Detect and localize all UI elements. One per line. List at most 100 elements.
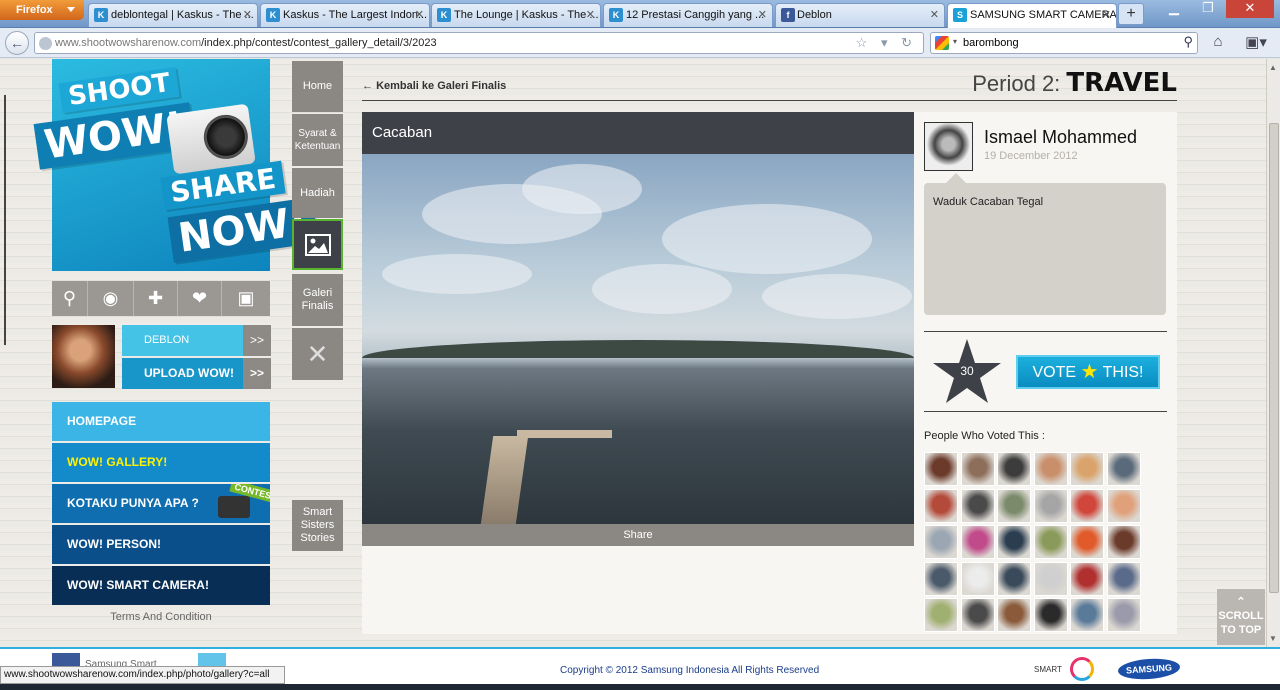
maximize-icon[interactable]: ❐ — [1194, 0, 1222, 18]
tab-kaskus[interactable]: K Kaskus - The Largest Indon... ✕ — [260, 3, 430, 27]
voter-avatar[interactable] — [997, 598, 1031, 632]
voter-avatar[interactable] — [997, 525, 1031, 559]
voter-avatar[interactable] — [1106, 488, 1141, 523]
chat-icon[interactable]: ▣ — [222, 281, 270, 316]
url-bar[interactable]: www.shootwowsharenow.com/index.php/conte… — [34, 32, 924, 54]
eye-icon[interactable]: ◉ — [88, 281, 134, 316]
search-box[interactable]: ▾ barombong ⚲ — [930, 32, 1198, 54]
scrollbar-thumb[interactable] — [1269, 123, 1279, 593]
voter-avatar[interactable] — [997, 452, 1031, 486]
voter-avatar[interactable] — [1070, 561, 1104, 596]
voter-avatar[interactable] — [1033, 561, 1068, 596]
voter-avatar[interactable] — [924, 488, 958, 523]
menu-kotaku-punya-apa[interactable]: KOTAKU PUNYA APA ? CONTEST — [52, 484, 270, 523]
nav-home[interactable]: Home — [292, 61, 343, 112]
voter-avatar[interactable] — [924, 561, 958, 596]
camera-icon — [218, 496, 250, 518]
voter-avatar[interactable] — [1070, 525, 1104, 559]
voter-avatar[interactable] — [924, 452, 958, 486]
voter-avatar[interactable] — [1070, 488, 1104, 523]
scroll-to-top-button[interactable]: ⌃ SCROLL TO TOP — [1217, 589, 1265, 645]
firefox-menu-button[interactable]: Firefox — [0, 0, 84, 20]
tab-lounge[interactable]: K The Lounge | Kaskus - The ... ✕ — [431, 3, 601, 27]
tab-samsung-smart-camera[interactable]: S SAMSUNG SMART CAMERA... ✕ — [947, 3, 1117, 28]
new-tab-button[interactable]: + — [1118, 3, 1144, 25]
search-icon[interactable]: ⚲ — [52, 281, 88, 316]
contest-badge: CONTEST — [200, 484, 270, 523]
voter-avatar[interactable] — [1070, 598, 1104, 632]
close-tab-icon[interactable]: ✕ — [1102, 4, 1111, 26]
camera-icon — [166, 103, 256, 175]
minimize-icon[interactable]: ▁ — [1160, 0, 1188, 18]
tab-prestasi[interactable]: K 12 Prestasi Canggih yang ... ✕ — [603, 3, 773, 27]
voter-avatar[interactable] — [1106, 561, 1141, 596]
user-avatar[interactable] — [52, 325, 115, 388]
back-button[interactable]: ← — [5, 31, 29, 55]
voter-avatar[interactable] — [960, 488, 995, 523]
scroll-down-icon[interactable]: ▼ — [1269, 634, 1277, 643]
status-bar-url: www.shootwowsharenow.com/index.php/photo… — [0, 666, 285, 684]
samsung-icon: S — [953, 8, 967, 22]
chevron-up-icon: ⌃ — [1236, 596, 1246, 608]
menu-homepage[interactable]: HOMEPAGE — [52, 402, 270, 441]
nav-hadiah[interactable]: Hadiah — [292, 168, 343, 218]
icon-toolbar: ⚲ ◉ ✚ ❤ ▣ — [52, 281, 270, 316]
close-tab-icon[interactable]: ✕ — [930, 4, 939, 26]
terms-link[interactable]: Terms And Condition — [52, 611, 270, 623]
voter-avatar[interactable] — [1033, 488, 1068, 523]
nav-galeri-finalis[interactable]: Galeri Finalis — [292, 274, 343, 326]
add-friend-icon[interactable]: ✚ — [134, 281, 178, 316]
menu-wow-gallery[interactable]: WOW! GALLERY! — [52, 443, 270, 482]
close-tab-icon[interactable]: ✕ — [243, 4, 252, 26]
voter-avatar[interactable] — [1070, 452, 1104, 486]
tab-deblon[interactable]: f Deblon ✕ — [775, 3, 945, 27]
voter-avatar[interactable] — [1106, 598, 1141, 632]
voter-avatar[interactable] — [1033, 525, 1068, 559]
tab-deblontegal[interactable]: Kdeblontegal | Kaskus - The ... ✕ — [88, 3, 258, 27]
kaskus-icon: K — [266, 8, 280, 22]
bookmarks-icon[interactable]: ▣▾ — [1242, 33, 1270, 53]
upload-wow-button[interactable]: UPLOAD WOW! >> — [122, 358, 271, 389]
voter-avatar[interactable] — [960, 598, 995, 632]
voter-avatar[interactable] — [924, 598, 958, 632]
kaskus-icon: K — [609, 8, 623, 22]
voter-avatar[interactable] — [960, 561, 995, 596]
samsung-logo[interactable]: SAMSUNG — [1117, 656, 1181, 682]
voter-avatar[interactable] — [997, 561, 1031, 596]
voter-avatar-grid — [924, 452, 1144, 634]
menu-wow-smart-camera[interactable]: WOW! SMART CAMERA! — [52, 566, 270, 605]
shoot-wow-share-now-logo[interactable]: SHOOT WOW! SHARE NOW! — [33, 59, 319, 271]
share-button[interactable]: Share — [362, 524, 914, 546]
nav-photo[interactable] — [292, 219, 343, 270]
nav-syarat-ketentuan[interactable]: Syarat & Ketentuan — [292, 114, 343, 166]
voter-avatar[interactable] — [997, 488, 1031, 523]
vertical-scrollbar[interactable]: ▲ ▼ — [1266, 59, 1280, 647]
close-tab-icon[interactable]: ✕ — [586, 4, 595, 26]
close-tab-icon[interactable]: ✕ — [758, 4, 767, 26]
uploader-name[interactable]: Ismael Mohammed — [984, 127, 1137, 148]
close-icon[interactable]: ✕ — [292, 328, 343, 380]
voter-avatar[interactable] — [960, 452, 995, 486]
voter-avatar[interactable] — [960, 525, 995, 559]
scroll-up-icon[interactable]: ▲ — [1269, 63, 1277, 72]
home-icon[interactable]: ⌂ — [1208, 33, 1228, 53]
vote-count: 30 — [960, 364, 974, 378]
voter-avatar[interactable] — [1033, 452, 1068, 486]
uploader-avatar[interactable] — [924, 122, 973, 171]
vote-this-button[interactable]: VOTE ★ THIS! — [1016, 355, 1160, 389]
voter-avatar[interactable] — [1106, 525, 1141, 559]
contest-photo[interactable] — [362, 154, 914, 524]
back-to-gallery-link[interactable]: ← Kembali ke Galeri Finalis — [362, 80, 506, 92]
heart-icon[interactable]: ❤ — [178, 281, 222, 316]
search-icon[interactable]: ⚲ — [1183, 34, 1193, 50]
voter-avatar[interactable] — [1033, 598, 1068, 632]
navigation-bar: ← www.shootwowsharenow.com/index.php/con… — [0, 28, 1280, 58]
voter-avatar[interactable] — [924, 525, 958, 559]
nav-smart-sisters-stories[interactable]: Smart Sisters Stories — [292, 500, 343, 551]
menu-wow-person[interactable]: WOW! PERSON! — [52, 525, 270, 564]
bookmark-star-icon[interactable]: ☆ ▾ ↻ — [856, 35, 917, 51]
profile-button[interactable]: DEBLON >> — [122, 325, 271, 356]
close-tab-icon[interactable]: ✕ — [415, 4, 424, 26]
voter-avatar[interactable] — [1106, 452, 1141, 486]
close-window-icon[interactable]: ✕ — [1226, 0, 1274, 18]
